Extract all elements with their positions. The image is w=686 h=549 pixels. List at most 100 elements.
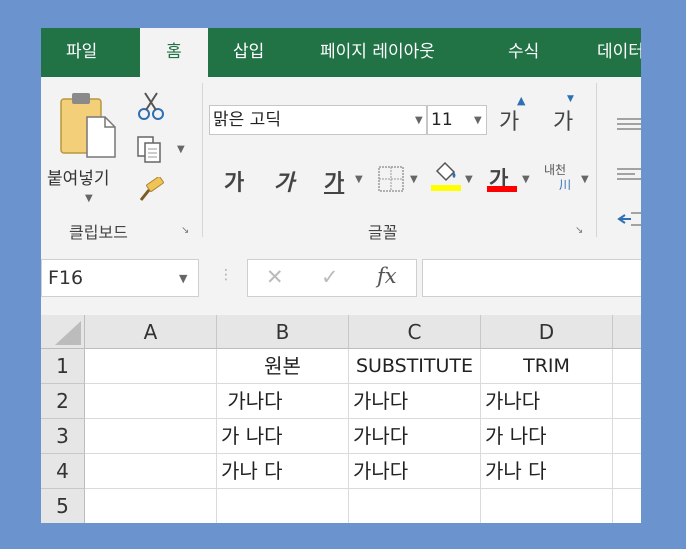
shrink-font-button[interactable]: 가 ▼ (553, 94, 574, 136)
column-header-d[interactable]: D (481, 315, 613, 349)
fill-color-swatch (431, 185, 461, 191)
group-divider (202, 83, 203, 237)
cell-b1[interactable]: 원본 (217, 349, 349, 384)
splitter-handle[interactable]: ⋮ (219, 267, 233, 283)
arrow-up-icon: ▲ (517, 94, 526, 107)
font-size-value: 11 (431, 110, 453, 130)
clipboard-group-label: 클립보드 (69, 223, 128, 242)
tab-page-layout[interactable]: 페이지 레이아웃 (320, 28, 435, 77)
cell-e4[interactable] (613, 454, 641, 489)
fill-color-dropdown-icon[interactable]: ▼ (465, 174, 473, 185)
cell-c4[interactable]: 가나다 (349, 454, 481, 489)
insert-function-icon[interactable]: fx (377, 264, 397, 288)
tab-formulas[interactable]: 수식 (508, 28, 539, 77)
row-header-5[interactable]: 5 (41, 489, 85, 523)
cell-c1[interactable]: SUBSTITUTE (349, 349, 481, 384)
paint-bucket-icon (435, 161, 456, 182)
ribbon: 붙여넣기 ▼ ▼ 클립보드 ↘ 맑은 고딕 ▼ 11 ▼ 가 ▲ 가 ▼ 가 가… (41, 77, 641, 244)
formula-bar: F16 ▼ ⋮ ✕ ✓ fx (41, 243, 641, 315)
paste-dropdown-icon[interactable]: ▼ (85, 193, 93, 204)
enter-icon[interactable]: ✓ (321, 265, 339, 289)
paste-button[interactable]: 붙여넣기 ▼ (47, 85, 131, 217)
paste-icon (60, 93, 116, 158)
select-all-button[interactable] (41, 315, 85, 349)
underline-dropdown-icon[interactable]: ▼ (355, 174, 363, 185)
border-icon[interactable] (377, 165, 405, 193)
align-left-icon[interactable] (617, 167, 641, 183)
row-header-4[interactable]: 4 (41, 454, 85, 489)
grow-font-glyph: 가 (499, 110, 520, 135)
phonetic-dropdown-icon[interactable]: ▼ (581, 174, 589, 185)
name-box-dropdown-icon[interactable]: ▼ (179, 261, 187, 297)
cell-e2[interactable] (613, 384, 641, 419)
font-size-dropdown-icon[interactable]: ▼ (474, 107, 482, 135)
select-all-triangle-icon (55, 321, 81, 345)
font-color-button[interactable]: 가 (485, 161, 519, 195)
font-color-dropdown-icon[interactable]: ▼ (522, 174, 530, 185)
worksheet-grid: A B C D 1 원본 SUBSTITUTE TRIM 2 가나다 가나다 가… (41, 315, 641, 523)
cell-b2[interactable]: 가나다 (217, 384, 349, 419)
border-dropdown-icon[interactable]: ▼ (410, 174, 418, 185)
format-painter-icon[interactable] (137, 177, 165, 203)
row-header-2[interactable]: 2 (41, 384, 85, 419)
column-header-a[interactable]: A (85, 315, 217, 349)
underline-button[interactable]: 가 (324, 165, 344, 197)
shrink-font-glyph: 가 (553, 110, 574, 135)
cell-a4[interactable] (85, 454, 217, 489)
group-divider (596, 83, 597, 237)
cell-c2[interactable]: 가나다 (349, 384, 481, 419)
column-header-b[interactable]: B (217, 315, 349, 349)
cell-b3[interactable]: 가 나다 (217, 419, 349, 454)
cut-icon[interactable] (137, 91, 165, 121)
tab-file[interactable]: 파일 (66, 28, 97, 77)
cell-d5[interactable] (481, 489, 613, 523)
font-group-label: 글꼴 (368, 223, 398, 242)
formula-input[interactable] (422, 259, 641, 297)
cell-a2[interactable] (85, 384, 217, 419)
copy-dropdown-icon[interactable]: ▼ (177, 144, 185, 155)
grow-font-button[interactable]: 가 ▲ (499, 94, 525, 136)
tab-insert[interactable]: 삽입 (233, 28, 264, 77)
ribbon-tab-bar: 파일 홈 삽입 페이지 레이아웃 수식 데이터 (41, 28, 641, 77)
arrow-down-icon: ▼ (567, 94, 574, 104)
font-name-value: 맑은 고딕 (213, 110, 281, 130)
align-top-icon[interactable] (617, 117, 641, 133)
fill-color-button[interactable] (429, 161, 463, 195)
cell-a3[interactable] (85, 419, 217, 454)
font-name-dropdown-icon[interactable]: ▼ (415, 107, 423, 135)
cell-e5[interactable] (613, 489, 641, 523)
decrease-indent-icon[interactable] (617, 211, 641, 227)
name-box[interactable]: F16 ▼ (41, 259, 199, 297)
cell-d1[interactable]: TRIM (481, 349, 613, 384)
formula-buttons: ✕ ✓ fx (247, 259, 417, 297)
column-header-c[interactable]: C (349, 315, 481, 349)
cell-d4[interactable]: 가나 다 (481, 454, 613, 489)
row-header-3[interactable]: 3 (41, 419, 85, 454)
phonetic-guide-button[interactable]: 내천 川 (544, 161, 580, 197)
column-header-e[interactable] (613, 315, 641, 349)
cell-a5[interactable] (85, 489, 217, 523)
italic-button[interactable]: 가 (274, 165, 294, 197)
cell-a1[interactable] (85, 349, 217, 384)
font-launcher-icon[interactable]: ↘ (575, 225, 583, 236)
cell-c3[interactable]: 가나다 (349, 419, 481, 454)
name-box-value: F16 (48, 267, 84, 289)
excel-window: 파일 홈 삽입 페이지 레이아웃 수식 데이터 붙여넣기 ▼ ▼ 클립보드 ↘ … (41, 28, 641, 523)
cell-d2[interactable]: 가나다 (481, 384, 613, 419)
bold-button[interactable]: 가 (224, 165, 244, 197)
row-header-1[interactable]: 1 (41, 349, 85, 384)
cell-e3[interactable] (613, 419, 641, 454)
copy-icon[interactable] (136, 135, 164, 165)
cell-c5[interactable] (349, 489, 481, 523)
cell-e1[interactable] (613, 349, 641, 384)
tab-data[interactable]: 데이터 (597, 28, 641, 77)
cancel-icon[interactable]: ✕ (266, 265, 284, 289)
cell-b5[interactable] (217, 489, 349, 523)
tab-home[interactable]: 홈 (140, 28, 208, 77)
clipboard-launcher-icon[interactable]: ↘ (181, 225, 189, 236)
font-name-combo[interactable]: 맑은 고딕 ▼ (209, 105, 427, 135)
cell-b4[interactable]: 가나 다 (217, 454, 349, 489)
font-size-combo[interactable]: 11 ▼ (427, 105, 487, 135)
cell-d3[interactable]: 가 나다 (481, 419, 613, 454)
phonetic-mark-icon: 川 (559, 178, 572, 192)
